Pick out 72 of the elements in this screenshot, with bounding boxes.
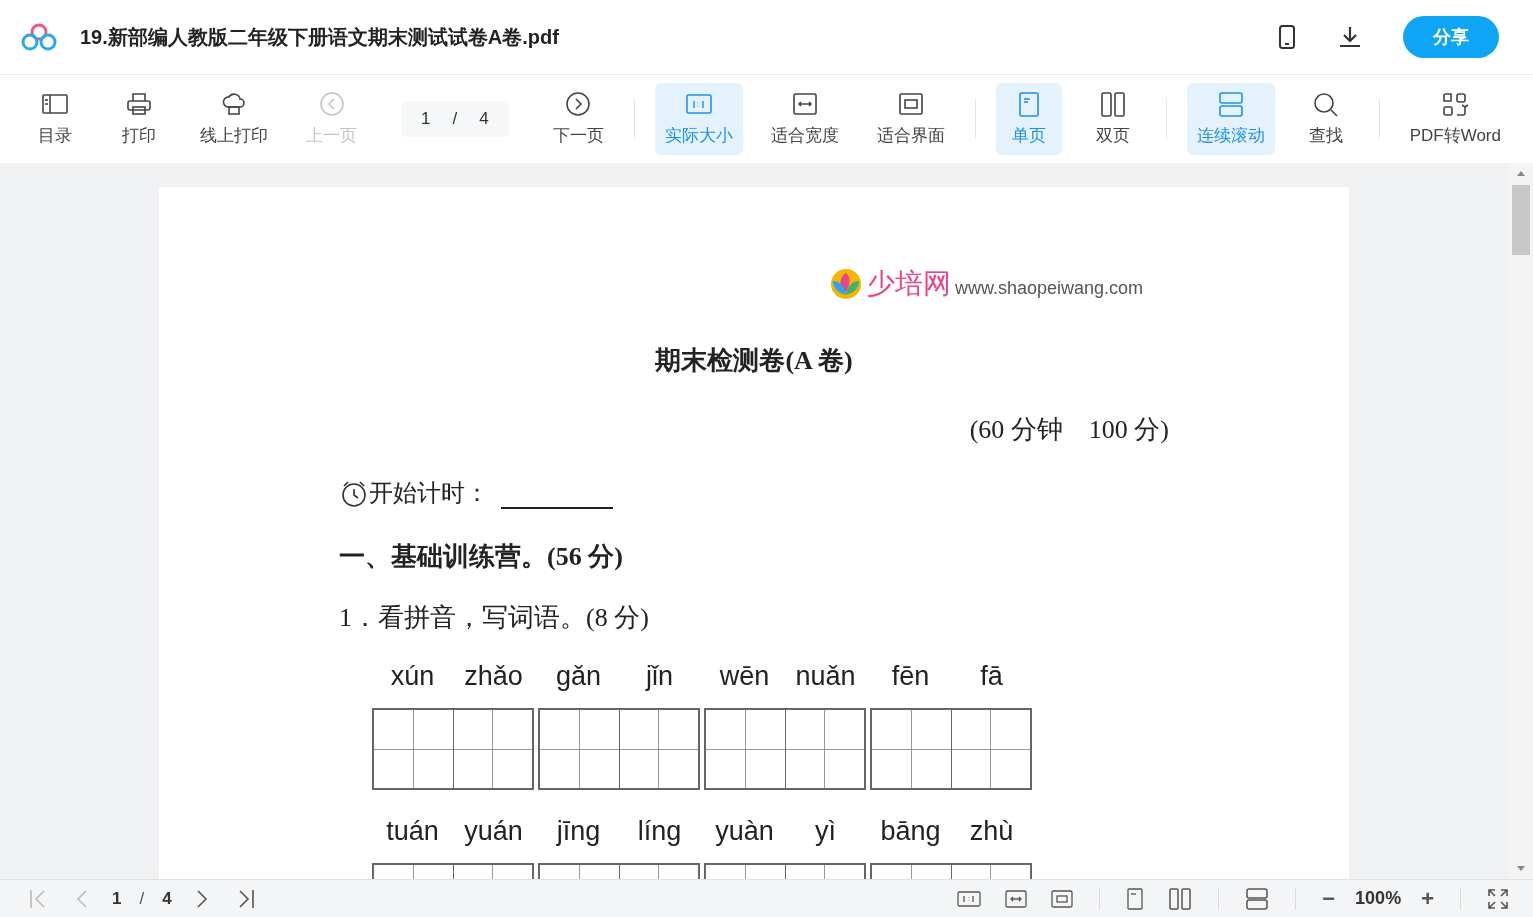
first-page-icon (28, 887, 48, 910)
page-separator: / (139, 888, 145, 909)
double-page-icon (1098, 91, 1127, 118)
pinyin-text: jīng (555, 816, 602, 847)
search-icon (1311, 91, 1340, 118)
pinyin-text: gǎn (554, 661, 603, 692)
section-heading: 一、基础训练营。(56 分) (339, 541, 624, 573)
website-url: www.shaopeiwang.com (954, 277, 1143, 299)
actual-size-icon (957, 889, 982, 908)
pinyin-text: xún (389, 661, 436, 692)
next-icon (564, 91, 593, 118)
double-page-button[interactable]: 双页 (1079, 83, 1146, 155)
toc-button[interactable]: 目录 (22, 83, 88, 155)
pinyin-text: bāng (879, 816, 942, 847)
scroll-down-icon (1515, 865, 1526, 873)
fit-width-button[interactable]: 适合宽度 (760, 83, 849, 155)
cloud-printer-button[interactable]: 线上打印 (190, 83, 278, 155)
writing-grid[interactable] (372, 708, 534, 790)
single-page-icon (1126, 887, 1145, 910)
zoom-level: 100% (1355, 888, 1402, 909)
pinyin-text: fēn (890, 661, 931, 692)
printer-icon (125, 91, 153, 118)
download-icon[interactable] (1337, 24, 1363, 50)
scrollbar-thumb[interactable] (1511, 185, 1530, 255)
pinyin-text: yì (814, 816, 837, 847)
fit-width-icon (1005, 888, 1028, 909)
pinyin-text: wēn (718, 661, 771, 692)
pinyin-text: zhù (968, 816, 1015, 847)
pinyin-text: zhǎo (463, 661, 524, 692)
search-button[interactable]: 查找 (1292, 83, 1359, 155)
fit-page-button[interactable]: 适合界面 (866, 83, 955, 155)
total-pages: 4 (162, 888, 172, 909)
writing-grid[interactable] (870, 708, 1032, 790)
printer-button[interactable]: 打印 (106, 83, 172, 155)
zoom-out-button[interactable]: − (1318, 885, 1340, 912)
fit-page-icon (1051, 888, 1074, 909)
writing-grid[interactable] (704, 708, 866, 790)
writing-grid[interactable] (538, 708, 700, 790)
continuous-scroll-icon (1216, 91, 1245, 118)
rings-logo-icon (20, 22, 58, 52)
pinyin-text: fā (979, 661, 1004, 692)
logo-text: 少培网 (866, 266, 951, 302)
convert-icon (1441, 91, 1470, 118)
flower-logo-icon (828, 267, 863, 301)
timer-label: 开始计时： (369, 479, 489, 508)
fit-page-icon (896, 91, 925, 118)
pinyin-text: nuǎn (794, 661, 857, 692)
exam-title: 期末检测卷(A 卷) (654, 345, 854, 377)
fit-width-icon (790, 91, 819, 118)
alarm-clock-icon (339, 479, 369, 509)
double-page-icon (1168, 887, 1193, 910)
current-page-number: 1 (112, 888, 122, 909)
exam-duration: (60 分钟 100 分) (968, 414, 1169, 446)
fullscreen-icon (1487, 887, 1509, 910)
convert-button[interactable]: PDF转Word (1399, 83, 1511, 155)
zoom-in-button[interactable]: + (1417, 885, 1438, 912)
page-number-field[interactable]: 1 / 4 (401, 101, 509, 137)
next-button[interactable]: 下一页 (542, 83, 614, 155)
continuous-scroll-icon (1245, 887, 1270, 910)
pinyin-text: yuán (463, 816, 524, 847)
pinyin-text: tuán (385, 816, 440, 847)
window-title: 19.新部编人教版二年级下册语文期末测试试卷A卷.pdf (80, 24, 560, 50)
scroll-up-icon (1515, 169, 1526, 177)
pinyin-text: jǐn (644, 661, 674, 692)
phone-icon[interactable] (1277, 24, 1297, 50)
pinyin-text: yuàn (714, 816, 775, 847)
previous-icon (317, 91, 346, 118)
scrollbar[interactable] (1508, 163, 1533, 879)
pinyin-text: líng (636, 816, 683, 847)
cloud-printer-icon (220, 91, 248, 118)
question-text: 1．看拼音，写词语。(8 分) (339, 602, 650, 634)
previous-page-icon (74, 887, 90, 910)
